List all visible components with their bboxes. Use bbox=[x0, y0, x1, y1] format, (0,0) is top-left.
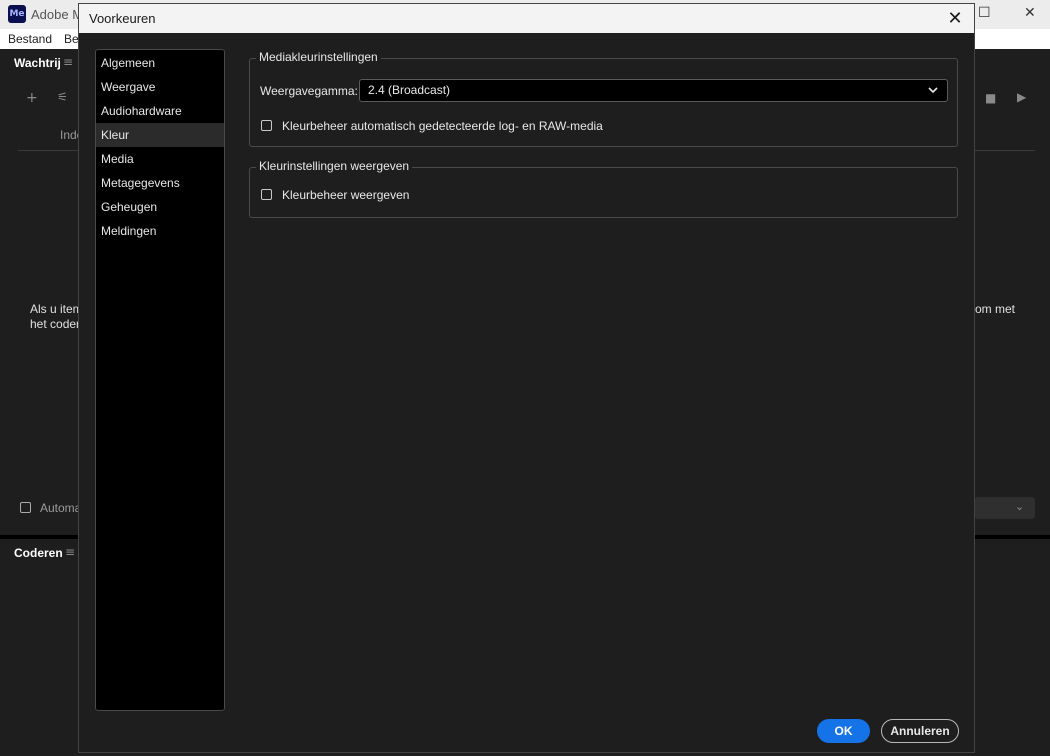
ok-button[interactable]: OK bbox=[817, 719, 870, 743]
play-icon[interactable]: ▶ bbox=[1017, 90, 1026, 104]
sidebar-item-meldingen[interactable]: Meldingen bbox=[96, 219, 224, 243]
display-color-manage-checkbox[interactable] bbox=[261, 189, 272, 200]
media-color-settings-legend: Mediakleurinstellingen bbox=[256, 50, 381, 64]
sidebar-item-algemeen[interactable]: Algemeen bbox=[96, 51, 224, 75]
encode-panel-title: Coderen bbox=[14, 546, 63, 560]
menu-bestand[interactable]: Bestand bbox=[8, 32, 52, 46]
add-icon[interactable]: + bbox=[26, 90, 38, 106]
menu-bewerken[interactable]: Be bbox=[64, 32, 79, 46]
preferences-dialog: Voorkeuren ✕ Algemeen Weergave Audiohard… bbox=[78, 3, 975, 753]
settings-sliders-icon[interactable]: ⚟ bbox=[57, 90, 68, 104]
encode-panel-menu-icon[interactable]: ≡ bbox=[65, 545, 75, 559]
preferences-sidebar: Algemeen Weergave Audiohardware Kleur Me… bbox=[95, 49, 225, 711]
sidebar-item-audiohardware[interactable]: Audiohardware bbox=[96, 99, 224, 123]
sidebar-item-geheugen[interactable]: Geheugen bbox=[96, 195, 224, 219]
maximize-icon[interactable]: ☐ bbox=[978, 5, 991, 21]
dialog-title: Voorkeuren bbox=[89, 11, 156, 26]
display-color-settings-group: Kleurinstellingen weergeven Kleurbeheer … bbox=[249, 159, 958, 218]
auto-color-manage-checkbox[interactable] bbox=[261, 120, 272, 131]
chevron-down-icon: ⌄ bbox=[1015, 500, 1025, 513]
app-title: Adobe M bbox=[31, 7, 84, 22]
gamma-select-value: 2.4 (Broadcast) bbox=[368, 83, 451, 97]
gamma-select[interactable]: 2.4 (Broadcast) bbox=[359, 79, 948, 102]
sidebar-item-kleur[interactable]: Kleur bbox=[96, 123, 224, 147]
stop-icon[interactable]: ■ bbox=[985, 91, 996, 105]
auto-color-manage-label: Kleurbeheer automatisch gedetecteerde lo… bbox=[282, 119, 603, 133]
dialog-titlebar: Voorkeuren ✕ bbox=[79, 4, 974, 33]
auto-encode-checkbox[interactable] bbox=[20, 502, 31, 513]
cancel-button[interactable]: Annuleren bbox=[881, 719, 959, 743]
queue-hint-line1: Als u item bbox=[30, 302, 83, 316]
queue-panel-menu-icon[interactable]: ≡ bbox=[63, 55, 73, 69]
gamma-label: Weergavegamma: bbox=[260, 84, 358, 98]
display-color-settings-legend: Kleurinstellingen weergeven bbox=[256, 159, 413, 173]
sidebar-item-metagegevens[interactable]: Metagegevens bbox=[96, 171, 224, 195]
display-color-manage-label: Kleurbeheer weergeven bbox=[282, 188, 410, 202]
sidebar-item-media[interactable]: Media bbox=[96, 147, 224, 171]
close-icon[interactable]: ✕ bbox=[942, 6, 968, 32]
chevron-down-icon bbox=[927, 80, 939, 108]
queue-panel-title: Wachtrij bbox=[14, 56, 61, 70]
media-color-settings-group: Mediakleurinstellingen Weergavegamma: 2.… bbox=[249, 50, 958, 147]
close-window-icon[interactable]: ✕ bbox=[1024, 5, 1036, 21]
preset-dropdown[interactable]: ⌄ bbox=[975, 497, 1035, 519]
auto-encode-label: Automa bbox=[40, 501, 82, 515]
queue-hint-right: om met bbox=[975, 302, 1016, 316]
sidebar-item-weergave[interactable]: Weergave bbox=[96, 75, 224, 99]
app-logo-icon: Me bbox=[8, 5, 26, 23]
